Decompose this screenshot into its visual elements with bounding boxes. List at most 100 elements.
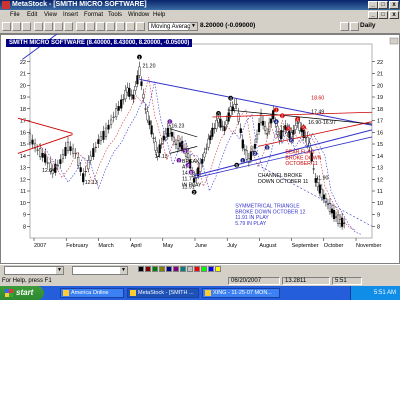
explorer-icon[interactable]	[106, 22, 115, 31]
color-swatch-olive[interactable]	[159, 266, 165, 272]
menu-format[interactable]: Format	[84, 10, 103, 20]
candle-body	[243, 149, 246, 151]
candle-body	[132, 94, 135, 100]
color-swatch-lime[interactable]	[201, 266, 207, 272]
taskbar-item-metastock[interactable]: MetaStock - [SMITH ...	[127, 288, 199, 298]
color-swatch-green[interactable]	[152, 266, 158, 272]
copy-icon[interactable]	[54, 22, 63, 31]
doc-minimize-button[interactable]: _	[368, 11, 378, 19]
candle-body	[69, 146, 72, 152]
window-title-bar: MetaStock - [SMITH MICRO SOFTWARE] _ □ x	[0, 0, 400, 10]
candle-body	[276, 125, 279, 135]
color-swatch-navy[interactable]	[166, 266, 172, 272]
period-prev-icon[interactable]	[340, 22, 349, 31]
taskbar-item-xing[interactable]: XING - 11-25-07 MON...	[202, 288, 280, 298]
cut-icon[interactable]	[44, 22, 53, 31]
color-swatch-blue[interactable]	[208, 266, 214, 272]
paste-icon[interactable]	[64, 22, 73, 31]
menu-bar: File Edit View Insert Format Tools Windo…	[0, 10, 400, 20]
y-tick-label-left: 19	[20, 95, 26, 101]
color-swatch-black[interactable]	[138, 266, 144, 272]
color-swatch-teal[interactable]	[180, 266, 186, 272]
expert-icon[interactable]	[96, 22, 105, 31]
candle-body	[312, 168, 315, 170]
text-tool-icon[interactable]	[136, 22, 145, 31]
save-icon[interactable]	[22, 22, 31, 31]
price-chart[interactable]: 8899101011111212131314141515161617171818…	[0, 34, 400, 264]
candle-body	[241, 139, 244, 149]
app-icon	[2, 1, 10, 9]
start-button[interactable]: start	[0, 286, 44, 300]
y-tick-label-left: 10	[20, 201, 26, 207]
menu-tools[interactable]: Tools	[108, 10, 122, 20]
candle-body	[120, 99, 123, 109]
status-time: 5:51	[332, 277, 362, 285]
candle-body	[122, 99, 125, 101]
menu-window[interactable]: Window	[128, 10, 149, 20]
candle-body	[318, 184, 321, 194]
color-swatch-yellow[interactable]	[215, 266, 221, 272]
candle-body	[174, 143, 178, 145]
candle-body	[249, 151, 253, 161]
plot-area	[29, 43, 373, 239]
candle-body	[41, 153, 44, 158]
x-tick-label: July	[227, 243, 237, 249]
candle-body	[211, 127, 214, 137]
period-next-icon[interactable]	[350, 22, 359, 31]
chart-annotation: DOWN OCTOBER 11	[258, 179, 308, 185]
zoom-in-icon[interactable]	[76, 22, 85, 31]
candle-body	[97, 139, 100, 144]
chart-annotation: 11.90	[316, 175, 329, 181]
y-tick-label: 21	[377, 72, 383, 78]
chart-annotation: 17.49	[311, 109, 324, 115]
period-selector[interactable]: Daily	[360, 22, 376, 29]
open-icon[interactable]	[12, 22, 21, 31]
candle-body	[64, 147, 67, 156]
color-swatch-silver[interactable]	[187, 266, 193, 272]
doc-close-button[interactable]: x	[389, 11, 399, 19]
line-style-select[interactable]: ▼	[4, 266, 64, 275]
indicator-select[interactable]: Moving Average ▼	[148, 22, 198, 31]
menu-edit[interactable]: Edit	[27, 10, 37, 20]
color-swatch-maroon[interactable]	[145, 266, 151, 272]
clock: 5:51 AM	[373, 290, 396, 296]
zoom-out-icon[interactable]	[86, 22, 95, 31]
candle-body	[209, 135, 212, 141]
window-title: MetaStock - [SMITH MICRO SOFTWARE]	[12, 1, 147, 8]
chevron-down-icon[interactable]: ▼	[190, 23, 197, 30]
candle-body	[109, 119, 113, 125]
menu-help[interactable]: Help	[153, 10, 165, 20]
candle-body	[316, 182, 319, 188]
status-bar: For Help, press F1 06/20/2007 13.2811 5:…	[0, 276, 400, 286]
taskbar-item-aol[interactable]: America Online	[60, 288, 124, 298]
line-weight-select[interactable]: ▼	[72, 266, 128, 275]
chart-caption: SMITH MICRO SOFTWARE (8.40000, 8.43000, …	[6, 39, 193, 47]
candle-body	[77, 157, 80, 166]
candle-body	[296, 122, 299, 124]
candle-body	[89, 155, 92, 161]
menu-insert[interactable]: Insert	[63, 10, 78, 20]
x-tick-label: March	[98, 243, 113, 249]
color-swatch-purple[interactable]	[173, 266, 179, 272]
line-tool-icon[interactable]	[126, 22, 135, 31]
new-chart-icon[interactable]	[2, 22, 11, 31]
candle-body	[205, 148, 208, 150]
menu-file[interactable]: File	[10, 10, 20, 20]
minimize-button[interactable]: _	[368, 1, 378, 9]
candle-body	[322, 194, 325, 200]
color-swatch-red[interactable]	[194, 266, 200, 272]
doc-restore-button[interactable]: □	[378, 11, 388, 19]
candle-body	[158, 144, 161, 154]
print-icon[interactable]	[34, 22, 43, 31]
maximize-button[interactable]: □	[378, 1, 388, 9]
candle-body	[227, 112, 230, 122]
close-button[interactable]: x	[389, 1, 399, 9]
y-tick-label-left: 18	[20, 107, 26, 113]
indicator-builder-icon[interactable]	[116, 22, 125, 31]
candle-body	[326, 203, 330, 205]
y-tick-label: 16	[377, 130, 383, 136]
menu-view[interactable]: View	[44, 10, 57, 20]
candle-body	[330, 208, 334, 214]
candle-body	[215, 119, 218, 129]
x-tick-label: May	[163, 243, 174, 249]
